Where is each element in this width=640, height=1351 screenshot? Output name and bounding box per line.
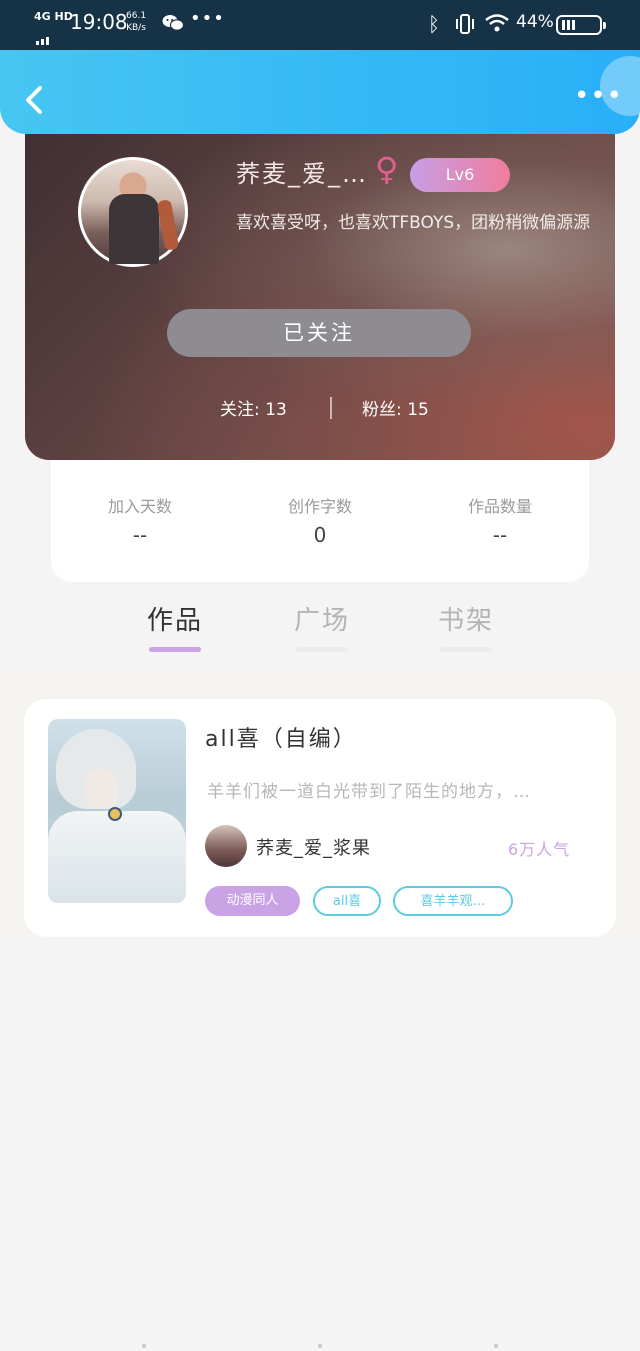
speed-value: 66.1: [126, 11, 147, 21]
stat-join-days: 加入天数 --: [70, 493, 210, 547]
bluetooth-icon: ᛒ: [428, 12, 440, 36]
stat-value: --: [132, 523, 148, 547]
tab-label: 广场: [293, 606, 350, 636]
following-label: 关注:: [220, 400, 260, 420]
speed-unit: KB/s: [126, 23, 146, 33]
profile-card: 荞麦_爱_… ♀ Lv6 喜欢喜受呀，也喜欢TFBOYS，团粉稍微偏源源 已关注…: [25, 110, 615, 460]
work-card[interactable]: all喜（自编） 羊羊们被一道白光带到了陌生的地方，… 荞麦_爱_浆果 6万人气…: [24, 699, 616, 937]
author-name[interactable]: 荞麦_爱_浆果: [256, 834, 371, 860]
stat-value: --: [492, 523, 508, 547]
vibrate-icon: [456, 14, 474, 34]
more-dots-icon: •••: [190, 8, 225, 29]
username: 荞麦_爱_…: [236, 160, 368, 188]
more-options-button[interactable]: •••: [574, 83, 622, 112]
tab-indicator: [440, 647, 492, 652]
cover-character-bell: [108, 807, 122, 821]
fans-label: 粉丝:: [362, 400, 402, 420]
stat-label: 创作字数: [287, 497, 352, 516]
stats-divider: [330, 397, 332, 419]
author-avatar[interactable]: [205, 825, 247, 867]
stat-value: 0: [313, 523, 327, 547]
tag-chip[interactable]: 喜羊羊观…: [393, 886, 513, 916]
status-bar: 4G HD 19:08 66.1 KB/s ••• ᛒ 44%: [0, 0, 640, 50]
tab-works[interactable]: 作品: [135, 600, 215, 652]
following-count: 13: [265, 400, 287, 420]
tag-chip[interactable]: all喜: [313, 886, 381, 916]
wechat-icon: [162, 15, 184, 31]
cover-character-face: [84, 769, 118, 809]
top-app-bar: •••: [0, 50, 640, 134]
bottom-nav-indicator: [0, 1344, 640, 1351]
stat-label: 加入天数: [107, 497, 172, 516]
avatar-figure-arm: [156, 199, 180, 251]
fans-count: 15: [407, 400, 429, 420]
tab-square[interactable]: 广场: [282, 600, 362, 652]
signal-icon: [36, 26, 58, 45]
following-stat[interactable]: 关注: 13: [220, 395, 287, 420]
battery-percent: 44%: [516, 12, 554, 32]
battery-icon: [556, 15, 606, 35]
tab-indicator: [149, 647, 201, 652]
cover-character-coat: [48, 811, 186, 903]
back-button[interactable]: [18, 80, 50, 120]
work-cover-image[interactable]: [48, 719, 186, 903]
fans-stat[interactable]: 粉丝: 15: [362, 395, 429, 420]
tag-chip[interactable]: 动漫同人: [205, 886, 300, 916]
work-title[interactable]: all喜（自编）: [205, 721, 357, 753]
stat-works-count: 作品数量 --: [430, 493, 570, 547]
status-time: 19:08: [70, 10, 128, 34]
network-type: 4G HD: [34, 10, 73, 23]
creator-stats: 加入天数 -- 创作字数 0 作品数量 --: [51, 460, 589, 582]
stat-word-count: 创作字数 0: [250, 493, 390, 547]
wifi-icon: [485, 14, 509, 32]
popularity-count: 6万人气: [508, 840, 571, 859]
work-description: 羊羊们被一道白光带到了陌生的地方，…: [207, 782, 531, 802]
user-avatar[interactable]: [78, 157, 188, 267]
network-speed: 66.1 KB/s: [126, 10, 146, 34]
follow-button[interactable]: 已关注: [167, 309, 471, 357]
tab-label: 书架: [437, 606, 494, 636]
user-bio: 喜欢喜受呀，也喜欢TFBOYS，团粉稍微偏源源: [236, 213, 591, 233]
tab-label: 作品: [146, 606, 203, 636]
tab-bookshelf[interactable]: 书架: [426, 600, 506, 652]
level-badge: Lv6: [410, 158, 510, 192]
stat-label: 作品数量: [467, 497, 532, 516]
female-gender-icon: ♀: [375, 150, 399, 188]
tab-indicator: [296, 647, 348, 652]
avatar-figure: [109, 194, 159, 264]
follow-stats: 关注: 13 粉丝: 15: [25, 395, 615, 421]
